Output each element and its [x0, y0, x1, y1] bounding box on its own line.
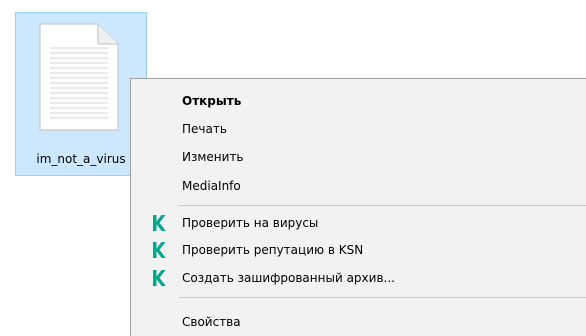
kaspersky-k-icon	[153, 242, 166, 258]
context-menu: Открыть Печать Изменить MediaInfo Провер…	[130, 78, 586, 336]
menu-item-properties[interactable]: Свойства	[133, 309, 586, 335]
menu-separator	[179, 205, 586, 206]
menu-item-scan-viruses[interactable]: Проверить на вирусы	[133, 210, 586, 236]
menu-item-label: Изменить	[182, 150, 244, 164]
desktop: im_not_a_virus Открыть Печать Изменить M…	[0, 0, 586, 336]
menu-item-mediainfo[interactable]: MediaInfo	[133, 173, 586, 199]
menu-item-label: Печать	[182, 122, 227, 136]
menu-item-open[interactable]: Открыть	[133, 88, 586, 114]
menu-item-print[interactable]: Печать	[133, 116, 586, 142]
menu-item-check-reputation-ksn[interactable]: Проверить репутацию в KSN	[133, 237, 586, 263]
menu-item-label: Свойства	[182, 315, 241, 329]
kaspersky-k-icon	[153, 215, 166, 231]
text-document-icon	[39, 23, 119, 131]
menu-item-edit[interactable]: Изменить	[133, 144, 586, 170]
menu-item-label: Проверить на вирусы	[182, 216, 319, 230]
menu-item-label: MediaInfo	[182, 179, 241, 193]
file-name-label: im_not_a_virus	[36, 152, 126, 166]
menu-item-label: Создать зашифрованный архив...	[182, 271, 395, 285]
menu-item-create-encrypted-archive[interactable]: Создать зашифрованный архив...	[133, 265, 586, 291]
menu-separator	[179, 297, 586, 298]
kaspersky-k-icon	[153, 270, 166, 286]
menu-item-label: Проверить репутацию в KSN	[182, 243, 364, 257]
desktop-file-item[interactable]: im_not_a_virus	[15, 12, 147, 176]
menu-item-label: Открыть	[182, 94, 242, 108]
